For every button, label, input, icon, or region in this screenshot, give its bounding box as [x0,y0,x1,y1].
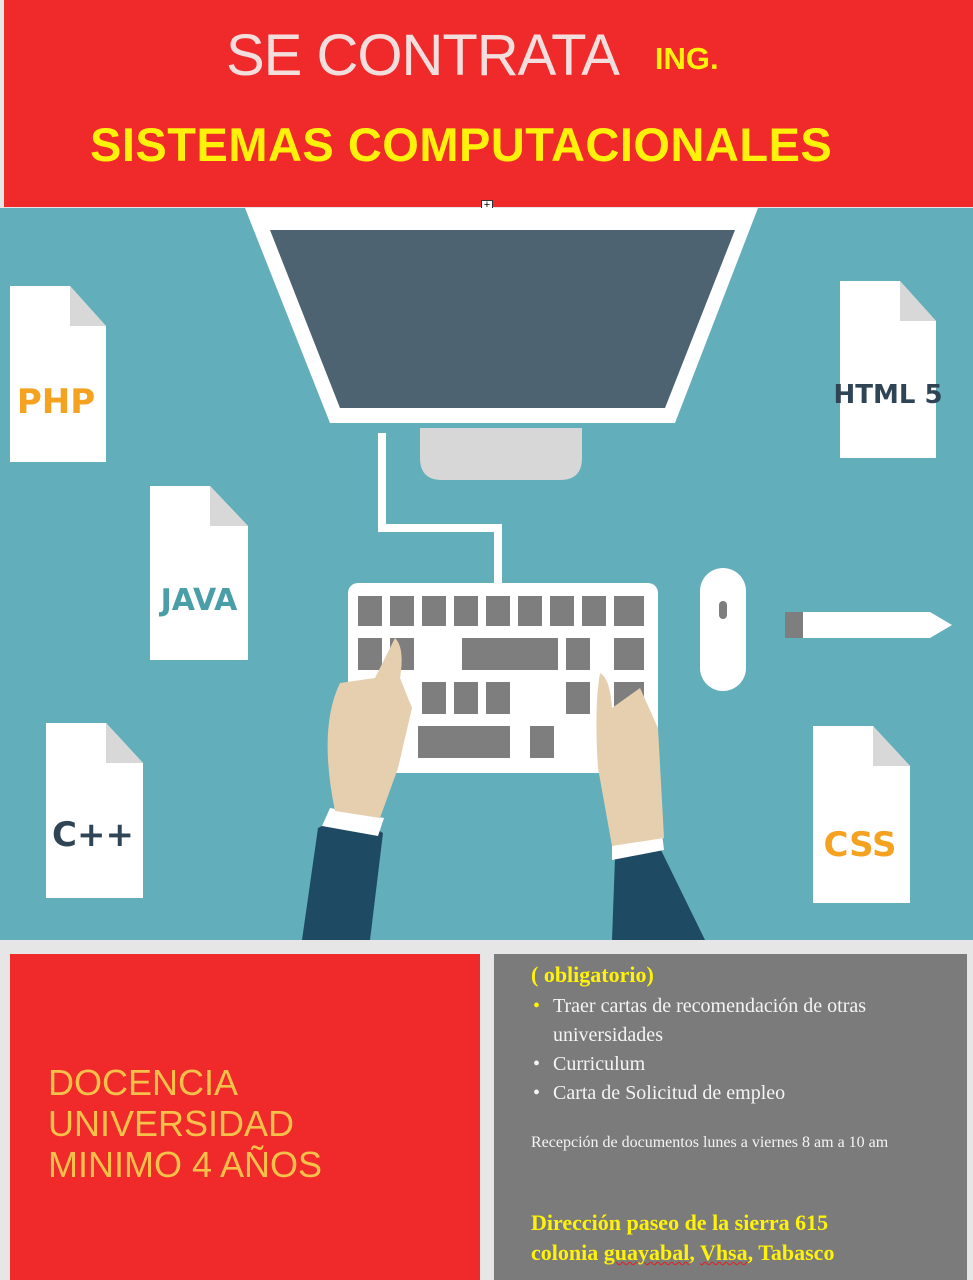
requirement-text: Traer cartas de recomendación de otras u… [553,995,867,1046]
pen-icon [785,612,952,638]
cpp-file-icon: C++ [46,723,143,898]
address-part: guayabal [603,1240,690,1265]
bullet-icon: • [533,1053,541,1075]
list-item: • Carta de Solicitud de empleo [531,1079,951,1108]
bullet-icon: • [533,995,541,1017]
php-file-label: PHP [17,382,95,422]
ing-text: ING. [654,41,719,76]
docencia-panel: DOCENCIA UNIVERSIDAD MINIMO 4 AÑOS [10,954,480,1280]
css-file-icon: CSS [813,726,910,903]
address-part: colonia [531,1240,604,1265]
requirements-panel: ( obligatorio) • Traer cartas de recomend… [494,954,967,1280]
java-file-label: JAVA [159,583,239,618]
address-line-2: colonia guayabal, Vhsa, Tabasco [531,1238,961,1268]
requirements-list: • Traer cartas de recomendación de otras … [531,992,951,1108]
php-file-icon: PHP [10,286,106,462]
address-part: , [689,1240,700,1265]
address: Dirección paseo de la sierra 615 colonia… [531,1208,961,1268]
reception-hours: Recepción de documentos lunes a viernes … [531,1134,889,1151]
header-line-1: SE CONTRATA ING. [226,22,719,89]
list-item: • Traer cartas de recomendación de otras … [531,992,951,1050]
mouse-icon [700,568,746,691]
sistemas-computacionales-text: SISTEMAS COMPUTACIONALES [90,118,833,171]
address-part: Vhsa [699,1240,748,1265]
programmer-illustration: PHP JAVA C++ HTML 5 CSS [0,208,973,940]
list-item: • Curriculum [531,1050,951,1079]
address-line-1: Dirección paseo de la sierra 615 [531,1210,829,1235]
docencia-line-2: UNIVERSIDAD [48,1103,295,1144]
mandatory-label: ( obligatorio) [531,962,654,987]
requirement-text: Curriculum [553,1053,646,1075]
html5-file-icon: HTML 5 [833,281,943,458]
requirement-text: Carta de Solicitud de empleo [553,1082,786,1104]
cpp-file-label: C++ [52,815,134,855]
java-file-icon: JAVA [150,486,248,660]
docencia-line-3: MINIMO 4 AÑOS [48,1144,323,1185]
bullet-icon: • [533,1082,541,1104]
address-part: , Tabasco [747,1240,835,1265]
se-contrata-text: SE CONTRATA [226,23,620,88]
header-banner: SE CONTRATA ING. SISTEMAS COMPUTACIONALES [4,0,973,207]
monitor-icon [245,208,758,586]
docencia-requirement: DOCENCIA UNIVERSIDAD MINIMO 4 AÑOS [48,1062,322,1185]
html5-file-label: HTML 5 [833,380,942,410]
css-file-label: CSS [823,825,896,865]
docencia-line-1: DOCENCIA [48,1062,239,1103]
